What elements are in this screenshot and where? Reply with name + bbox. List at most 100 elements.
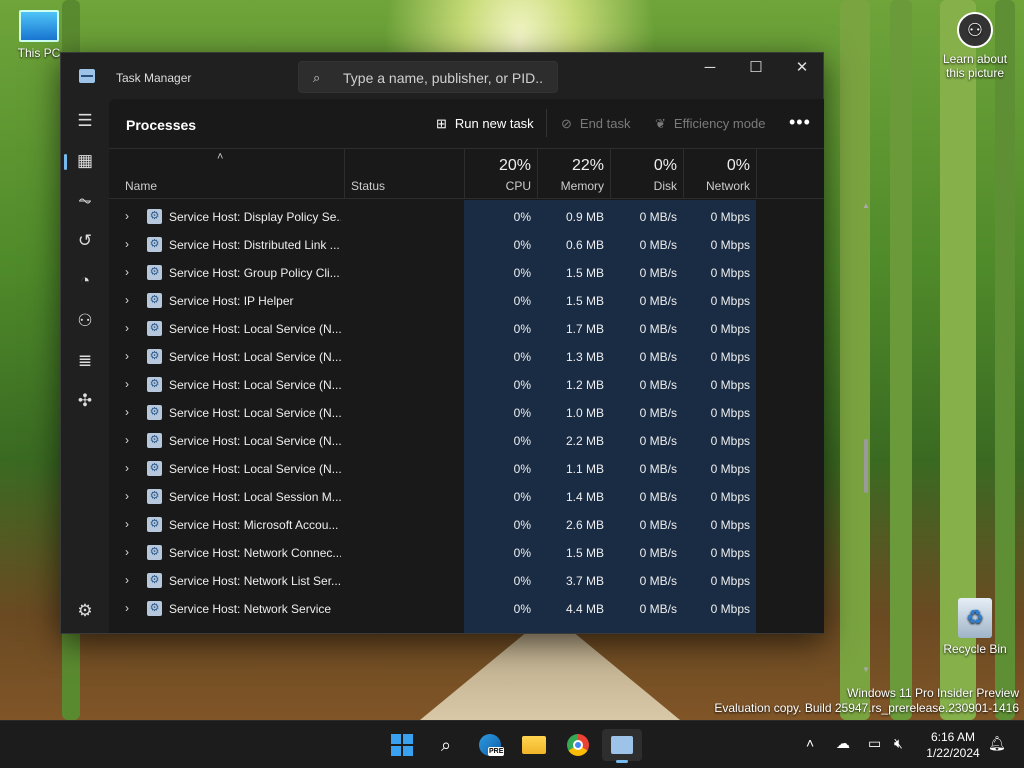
- close-button[interactable]: ✕: [779, 53, 825, 83]
- sidebar: ☰ ▦ ⏦ ↺ ◔ ⚇ ≣ ✣ ⚙: [61, 99, 109, 633]
- process-name: Service Host: Group Policy Cli...: [169, 266, 340, 280]
- process-memory-value: 1.2 MB: [565, 378, 604, 392]
- process-network-value: 0 Mbps: [710, 294, 750, 308]
- process-disk-value: 0 MB/s: [639, 546, 677, 560]
- process-network-value: 0 Mbps: [710, 406, 750, 420]
- learn-about-picture[interactable]: ⚇ Learn about this picture: [935, 12, 1015, 80]
- service-host-gear-icon: ⚙: [147, 237, 162, 252]
- column-status[interactable]: Status: [351, 179, 385, 193]
- command-separator: [546, 109, 547, 137]
- search-input[interactable]: [343, 68, 543, 88]
- process-disk-value: 0 MB/s: [639, 350, 677, 364]
- nav-settings[interactable]: ⚙: [69, 595, 101, 627]
- process-memory-value: 1.5 MB: [565, 266, 604, 280]
- expand-chevron-icon[interactable]: ›: [125, 461, 129, 475]
- expand-chevron-icon[interactable]: ›: [125, 265, 129, 279]
- expand-chevron-icon[interactable]: ›: [125, 377, 129, 391]
- column-memory[interactable]: 22% Memory: [537, 157, 610, 193]
- table-row[interactable]: › ⚙ Service Host: Local Service (N... 0% 2.2…: [109, 427, 759, 455]
- column-network[interactable]: 0% Network: [683, 157, 756, 193]
- table-row[interactable]: › ⚙ Service Host: Microsoft Accou... 0% 2.6 …: [109, 511, 759, 539]
- table-row[interactable]: › ⚙ Service Host: Local Service (N... 0% 1.2…: [109, 371, 759, 399]
- table-row[interactable]: › ⚙ Service Host: Network Service 0% 4.4 MB 0…: [109, 595, 759, 623]
- folder-icon: [522, 736, 546, 754]
- expand-chevron-icon[interactable]: ›: [125, 573, 129, 587]
- nav-startup-apps[interactable]: ◔: [69, 265, 101, 297]
- maximize-button[interactable]: ☐: [733, 53, 779, 83]
- expand-chevron-icon[interactable]: ›: [125, 517, 129, 531]
- scroll-up-arrow-icon[interactable]: ▲: [862, 201, 870, 210]
- desktop-icon-label: Recycle Bin: [943, 642, 1007, 656]
- nav-performance[interactable]: ⏦: [69, 185, 101, 217]
- table-row[interactable]: › ⚙ Service Host: Local Session M... 0% 1.4 …: [109, 483, 759, 511]
- service-host-gear-icon: ⚙: [147, 433, 162, 448]
- search-taskbar-button[interactable]: ⌕: [426, 729, 466, 761]
- nav-services[interactable]: ✣: [69, 385, 101, 417]
- table-row[interactable]: › ⚙ Service Host: Network List Ser... 0% 3.7…: [109, 567, 759, 595]
- vertical-scrollbar[interactable]: ▲ ▼: [860, 199, 872, 679]
- expand-chevron-icon[interactable]: ›: [125, 545, 129, 559]
- notification-bell-icon[interactable]: 🔔︎: [988, 735, 1006, 752]
- column-cpu[interactable]: 20% CPU: [464, 157, 537, 193]
- file-explorer-button[interactable]: [514, 729, 554, 761]
- minimize-button[interactable]: ─: [687, 53, 733, 83]
- scrollbar-thumb[interactable]: [864, 439, 868, 493]
- table-row[interactable]: › ⚙ Service Host: Local Service (N... 0% 1.7…: [109, 315, 759, 343]
- onedrive-icon[interactable]: ☁: [836, 735, 850, 752]
- task-manager-taskbar-button[interactable]: [602, 729, 642, 763]
- service-host-gear-icon: ⚙: [147, 377, 162, 392]
- run-new-task-button[interactable]: ⊞ Run new task: [436, 116, 534, 132]
- process-network-value: 0 Mbps: [710, 238, 750, 252]
- chrome-button[interactable]: [558, 729, 598, 761]
- disk-total: 0%: [653, 157, 677, 174]
- expand-chevron-icon[interactable]: ›: [125, 433, 129, 447]
- process-network-value: 0 Mbps: [710, 434, 750, 448]
- show-hidden-icons-chevron-icon[interactable]: ˄: [806, 735, 814, 751]
- expand-chevron-icon[interactable]: ›: [125, 405, 129, 419]
- expand-chevron-icon[interactable]: ›: [125, 489, 129, 503]
- table-row[interactable]: › ⚙ Service Host: Network Connec... 0% 1.5 M…: [109, 539, 759, 567]
- column-disk[interactable]: 0% Disk: [610, 157, 683, 193]
- start-button[interactable]: [382, 729, 422, 761]
- nav-details[interactable]: ≣: [69, 345, 101, 377]
- memory-label: Memory: [560, 179, 604, 193]
- table-row[interactable]: › ⚙ Service Host: Group Policy Cli... 0% 1.5…: [109, 259, 759, 287]
- table-row[interactable]: › ⚙ Service Host: Local Service (N... 0% 1.1…: [109, 455, 759, 483]
- table-row[interactable]: › ⚙ Service Host: Display Policy Se... 0% 0.…: [109, 203, 759, 231]
- process-cpu-value: 0%: [513, 434, 531, 448]
- expand-chevron-icon[interactable]: ›: [125, 349, 129, 363]
- efficiency-mode-button[interactable]: ❦ Efficiency mode: [655, 116, 765, 132]
- expand-chevron-icon[interactable]: ›: [125, 237, 129, 251]
- volume-muted-icon[interactable]: 🔇︎: [894, 735, 903, 752]
- table-row[interactable]: › ⚙ Service Host: Local Service (N... 0% 1.0…: [109, 399, 759, 427]
- scroll-down-arrow-icon[interactable]: ▼: [862, 665, 870, 674]
- expand-chevron-icon[interactable]: ›: [125, 321, 129, 335]
- nav-users[interactable]: ⚇: [69, 305, 101, 337]
- table-row[interactable]: › ⚙ Service Host: Distributed Link ... 0% 0.…: [109, 231, 759, 259]
- table-row[interactable]: › ⚙ Service Host: IP Helper 0% 1.5 MB 0 MB/s 0…: [109, 287, 759, 315]
- service-host-gear-icon: ⚙: [147, 405, 162, 420]
- search-box[interactable]: ⌕: [298, 61, 558, 93]
- clock[interactable]: 6:16 AM 1/22/2024: [920, 729, 986, 761]
- nav-processes[interactable]: ▦: [64, 145, 101, 177]
- expand-chevron-icon[interactable]: ›: [125, 293, 129, 307]
- expand-chevron-icon[interactable]: ›: [125, 209, 129, 223]
- command-bar: Processes ⊞ Run new task ⊘ End task ❦ Effic…: [109, 99, 824, 149]
- process-network-value: 0 Mbps: [710, 322, 750, 336]
- desktop-icon-recycle-bin[interactable]: ♻ Recycle Bin: [940, 598, 1010, 656]
- more-options-button[interactable]: •••: [789, 112, 811, 133]
- process-disk-value: 0 MB/s: [639, 406, 677, 420]
- process-memory-value: 0.6 MB: [565, 238, 604, 252]
- title-bar[interactable]: Task Manager ⌕ ─ ☐ ✕: [61, 53, 823, 99]
- hamburger-menu-button[interactable]: ☰: [69, 105, 101, 137]
- processes-pane: Processes ⊞ Run new task ⊘ End task ❦ Effic…: [109, 99, 870, 674]
- edge-beta-button[interactable]: PRE: [470, 729, 510, 761]
- expand-chevron-icon[interactable]: ›: [125, 601, 129, 615]
- monitor-icon: [19, 10, 59, 42]
- column-name[interactable]: Name: [125, 179, 157, 193]
- network-icon[interactable]: ▭: [868, 735, 881, 752]
- nav-app-history[interactable]: ↺: [69, 225, 101, 257]
- table-row[interactable]: › ⚙ Service Host: Local Service (N... 0% 1.3…: [109, 343, 759, 371]
- process-disk-value: 0 MB/s: [639, 462, 677, 476]
- end-task-button[interactable]: ⊘ End task: [561, 116, 631, 132]
